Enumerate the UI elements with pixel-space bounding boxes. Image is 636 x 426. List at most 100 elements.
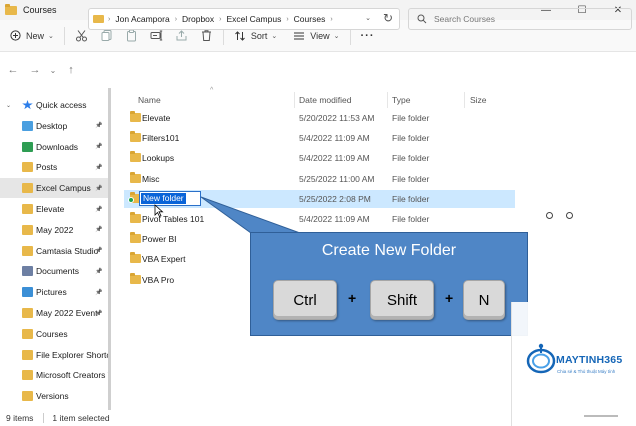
column-header-date[interactable]: Date modified (299, 92, 351, 108)
watermark-tagline: Chia sẻ & Thủ thuật Máy tính (557, 369, 616, 374)
sidebar-item-label: Downloads (36, 141, 79, 152)
folder-icon (22, 308, 33, 318)
sidebar-item-label: Courses (36, 328, 68, 339)
file-row[interactable]: Misc 5/25/2022 11:00 AM File folder (124, 170, 515, 188)
address-dropdown-button[interactable]: ⌄ (365, 14, 371, 22)
column-divider[interactable] (294, 92, 295, 108)
callout-title: Create New Folder (321, 242, 457, 259)
folder-icon (93, 15, 104, 23)
watermark-footer-line (584, 415, 618, 417)
breadcrumb-item[interactable]: Jon Acampora (115, 14, 169, 24)
file-name: Misc (142, 173, 160, 184)
sidebar-item[interactable]: May 2022 Event 📌 (0, 303, 108, 323)
breadcrumb-separator: › (174, 15, 178, 23)
key-shift: Shift (370, 280, 434, 320)
file-row[interactable]: Elevate 5/20/2022 11:53 AM File folder (124, 109, 515, 127)
shortcut-callout: Create New Folder Ctrl + Shift + N (250, 232, 528, 336)
file-row[interactable]: Pivot Tables 101 5/4/2022 11:09 AM File fo… (124, 210, 515, 228)
selection-count: 1 item selected (52, 413, 110, 423)
pin-icon: 📌 (95, 289, 103, 296)
sidebar-item[interactable]: ⌄ Quick access (0, 95, 108, 115)
folder-icon (130, 131, 141, 143)
address-bar[interactable]: › Jon Acampora › Dropbox › Excel Campus … (88, 8, 400, 30)
column-divider[interactable] (464, 92, 465, 108)
recent-locations-button[interactable]: ⌄ (46, 58, 60, 82)
sidebar-item-label: Versions (36, 391, 69, 402)
folder-icon (22, 391, 33, 402)
file-row[interactable]: New folder 5/25/2022 2:08 PM File folder (124, 189, 515, 208)
chevron-down-icon: ⌄ (271, 32, 278, 40)
navigation-pane: ⌄ Quick access Desktop 📌 Downloads 📌 Posts 📌 Exc… (0, 88, 110, 410)
sidebar-item-label: Excel Campus (36, 183, 91, 194)
file-row[interactable]: Filters101 5/4/2022 11:09 AM File folder (124, 129, 515, 147)
folder-icon (22, 349, 33, 360)
column-header-size[interactable]: Size (470, 92, 487, 108)
column-divider[interactable] (387, 92, 388, 108)
scissors-icon (75, 30, 87, 42)
trash-icon (201, 30, 211, 41)
watermark-panel: MAYTINH365 Chia sẻ & Thủ thuật Máy tính (511, 302, 636, 426)
refresh-button[interactable]: ↻ (383, 11, 393, 25)
pin-icon: 📌 (95, 123, 103, 130)
folder-icon (22, 141, 33, 152)
file-date: 5/25/2022 2:08 PM (299, 193, 371, 204)
sidebar-item[interactable]: File Explorer Shortcu (0, 345, 108, 365)
mouse-cursor-icon (154, 204, 164, 218)
key-ctrl: Ctrl (273, 280, 337, 320)
rename-input[interactable]: New folder (139, 190, 201, 206)
navigation-scrollbar[interactable] (108, 88, 111, 410)
sidebar-item[interactable]: May 2022 📌 (0, 220, 108, 240)
sidebar-item[interactable]: Desktop 📌 (0, 116, 108, 136)
file-row[interactable]: Lookups 5/4/2022 11:09 AM File folder (124, 149, 515, 167)
sidebar-item[interactable]: Camtasia Studio 📌 (0, 241, 108, 261)
sidebar-item[interactable]: Excel Campus 📌 (0, 178, 108, 199)
status-divider (43, 413, 45, 423)
sidebar-item[interactable]: Downloads 📌 (0, 137, 108, 157)
sidebar-item[interactable]: Elevate 📌 (0, 199, 108, 219)
file-date: 5/25/2022 11:00 AM (299, 173, 375, 184)
file-date: 5/4/2022 11:09 AM (299, 214, 370, 224)
sync-status-icon (128, 196, 134, 203)
sidebar-item-label: Camtasia Studio (36, 245, 99, 256)
plus-sign: + (348, 290, 357, 306)
file-name: Elevate (142, 113, 171, 123)
plus-circle-icon (10, 30, 21, 41)
search-box[interactable] (408, 8, 632, 30)
back-button[interactable]: ← (2, 58, 24, 82)
column-header-type[interactable]: Type (392, 92, 410, 108)
star-icon (22, 100, 33, 110)
breadcrumb-separator: › (330, 15, 333, 23)
breadcrumb-item[interactable]: Courses (294, 14, 326, 24)
new-button[interactable]: New ⌄ (4, 24, 60, 48)
file-date: 5/4/2022 11:09 AM (299, 133, 370, 144)
sidebar-item[interactable]: Microsoft Creators V (0, 365, 108, 385)
folder-icon (22, 287, 33, 298)
sidebar-item[interactable]: Versions (0, 386, 108, 406)
breadcrumb-item[interactable]: Excel Campus (227, 14, 282, 24)
sidebar-item[interactable]: Documents 📌 (0, 261, 108, 281)
chevron-down-icon[interactable]: ⌄ (6, 102, 11, 109)
key-n: N (463, 280, 505, 320)
forward-button[interactable]: → (24, 58, 46, 82)
sort-icon (235, 30, 245, 41)
breadcrumb-separator: › (219, 15, 222, 23)
up-button[interactable]: ↑ (60, 58, 82, 82)
breadcrumb-item[interactable]: Dropbox (182, 14, 214, 24)
sidebar-item[interactable]: Posts 📌 (0, 157, 108, 177)
sidebar-item[interactable]: Courses (0, 324, 108, 344)
sort-label: Sort (250, 30, 268, 41)
rename-icon (150, 30, 163, 41)
search-input[interactable] (434, 14, 614, 24)
folder-icon (130, 111, 141, 122)
file-name: Filters101 (142, 133, 180, 144)
file-name: Pivot Tables 101 (142, 214, 205, 224)
sidebar-item-label: May 2022 Event (36, 308, 98, 318)
pin-icon: 📌 (95, 310, 103, 317)
sidebar-item[interactable]: Pictures 📌 (0, 282, 108, 302)
file-name: Power BI (142, 234, 177, 245)
sidebar-item-label: May 2022 (36, 224, 74, 235)
column-header-name[interactable]: Name (138, 92, 161, 108)
sort-indicator-icon: ^ (210, 87, 214, 94)
chevron-down-icon: ⌄ (333, 32, 340, 40)
sidebar-item-label: Pictures (36, 287, 67, 298)
